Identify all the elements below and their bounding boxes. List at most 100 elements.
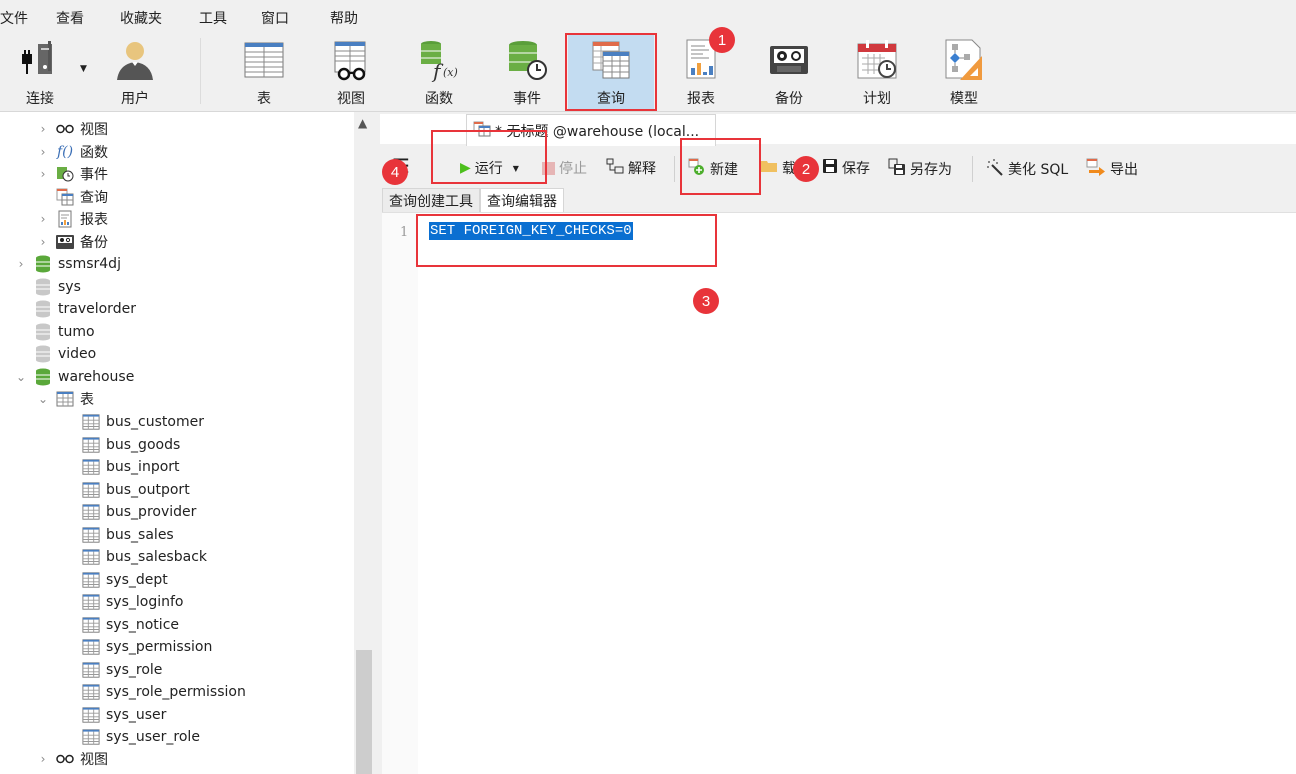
annotation-badge-4: 4 <box>382 159 408 185</box>
tree-item-events[interactable]: › 事件 <box>36 163 108 185</box>
event-button[interactable]: 事件 <box>484 34 570 110</box>
editor-mode-tabs: 查询创建工具 查询编辑器 <box>382 188 564 212</box>
chevron-down-icon[interactable]: ⌄ <box>36 392 50 406</box>
tree-label: sys_notice <box>106 616 180 633</box>
function-button[interactable]: f (x) 函数 <box>396 34 482 110</box>
run-button[interactable]: ▶ 运行 ▼ <box>460 158 519 178</box>
tree-label: 视图 <box>80 122 108 138</box>
svg-text:(x): (x) <box>443 66 458 79</box>
chevron-down-icon[interactable]: ⌄ <box>14 370 28 384</box>
table-icon <box>82 458 100 476</box>
tree-table-bus_sales[interactable]: bus_sales <box>76 524 174 546</box>
beautify-sql-button[interactable]: 美化 SQL <box>986 158 1068 180</box>
tree-database-travelorder[interactable]: travelorder <box>14 298 136 320</box>
play-icon: ▶ <box>460 160 471 176</box>
tree-table-bus_provider[interactable]: bus_provider <box>76 501 196 523</box>
backup-button[interactable]: 备份 <box>746 34 832 110</box>
load-button[interactable]: 载 <box>760 158 796 178</box>
user-button[interactable]: 用户 <box>92 34 178 110</box>
menu-view[interactable]: 查看 <box>56 8 84 28</box>
tree-item-queries[interactable]: 查询 <box>36 186 108 208</box>
menu-file[interactable]: 文件 <box>0 8 28 28</box>
tree-folder-tables[interactable]: ⌄ 表 <box>36 388 94 410</box>
tree-table-sys_loginfo[interactable]: sys_loginfo <box>76 591 183 613</box>
tree-table-sys_user[interactable]: sys_user <box>76 704 166 726</box>
run-dropdown-icon[interactable]: ▼ <box>513 164 519 173</box>
menu-window[interactable]: 窗口 <box>261 8 289 28</box>
tree-table-sys_user_role[interactable]: sys_user_role <box>76 726 200 748</box>
table-button[interactable]: 表 <box>221 34 307 110</box>
tree-table-sys_role_permission[interactable]: sys_role_permission <box>76 681 246 703</box>
tree-table-bus_inport[interactable]: bus_inport <box>76 456 180 478</box>
tree-label: bus_sales <box>106 526 174 543</box>
main-toolbar: 连接 ▼ 用户 表 视图 f (x) 函数 事件 查询 报表 备份 计划 模型 <box>0 32 1296 112</box>
connection-plug-icon <box>18 38 62 82</box>
tree-table-bus_outport[interactable]: bus_outport <box>76 479 190 501</box>
tree-database-warehouse[interactable]: ⌄ warehouse <box>14 366 134 388</box>
tab-query-builder[interactable]: 查询创建工具 <box>382 188 480 212</box>
chevron-right-icon[interactable]: › <box>36 145 50 159</box>
tree-label: 查询 <box>80 190 108 206</box>
tree-item-backups[interactable]: › 备份 <box>36 231 108 253</box>
sidebar-scrollbar[interactable]: ▲ <box>354 112 374 774</box>
tree-table-sys_dept[interactable]: sys_dept <box>76 569 168 591</box>
document-tab-untitled[interactable]: * 无标题 @warehouse (local... <box>466 114 716 146</box>
tree-label: bus_goods <box>106 436 181 453</box>
schedule-calendar-icon <box>855 38 899 82</box>
tree-item-warehouse-views[interactable]: › 视图 <box>36 748 108 770</box>
code-line[interactable]: SET FOREIGN_KEY_CHECKS=0 <box>429 222 633 240</box>
tree-label: sys_user_role <box>106 729 200 745</box>
model-button[interactable]: 模型 <box>921 34 1007 110</box>
tree-table-bus_customer[interactable]: bus_customer <box>76 411 204 433</box>
scrollbar-thumb[interactable] <box>356 650 372 774</box>
tree-item-functions[interactable]: › f() 函数 <box>36 141 108 163</box>
annotation-badge-3: 3 <box>693 288 719 314</box>
table-icon <box>82 571 100 589</box>
chevron-right-icon[interactable]: › <box>36 752 50 766</box>
sql-editor[interactable]: 1 SET FOREIGN_KEY_CHECKS=0 <box>382 212 1296 774</box>
tree-item-views[interactable]: › 视图 <box>36 118 108 140</box>
menu-tools[interactable]: 工具 <box>199 8 227 28</box>
chevron-right-icon[interactable]: › <box>36 122 50 136</box>
scroll-up-icon[interactable]: ▲ <box>358 116 367 130</box>
object-tree: › 视图 › f() 函数 › 事件 查询 › 报表 › 备份 › ssmsr4d… <box>0 112 354 774</box>
glasses-icon <box>56 120 74 138</box>
tab-query-editor[interactable]: 查询编辑器 <box>480 188 564 212</box>
selected-sql-text[interactable]: SET FOREIGN_KEY_CHECKS=0 <box>429 222 633 240</box>
tree-table-sys_role[interactable]: sys_role <box>76 659 162 681</box>
tree-label: travelorder <box>58 301 136 317</box>
tree-database-ssmsr4dj[interactable]: › ssmsr4dj <box>14 253 121 275</box>
connect-dropdown-icon[interactable]: ▼ <box>80 64 87 74</box>
tree-table-sys_permission[interactable]: sys_permission <box>76 636 212 658</box>
stop-icon <box>542 161 555 175</box>
tree-table-bus_goods[interactable]: bus_goods <box>76 434 180 456</box>
tree-label: 表 <box>80 392 94 408</box>
table-label: 表 <box>257 91 271 107</box>
new-query-button[interactable]: 新建 <box>688 158 738 180</box>
chevron-right-icon[interactable]: › <box>36 167 50 181</box>
stop-button[interactable]: 停止 <box>542 158 587 178</box>
menu-help[interactable]: 帮助 <box>330 8 358 28</box>
tree-database-sys[interactable]: sys <box>14 276 81 298</box>
chevron-right-icon[interactable]: › <box>14 257 28 271</box>
chevron-right-icon[interactable]: › <box>36 235 50 249</box>
tree-item-reports[interactable]: › 报表 <box>36 208 108 230</box>
chevron-right-icon[interactable]: › <box>36 212 50 226</box>
new-add-icon <box>688 158 706 180</box>
menu-favorites[interactable]: 收藏夹 <box>120 8 162 28</box>
save-as-button[interactable]: 另存为 <box>888 158 952 180</box>
event-clock-icon <box>56 165 74 183</box>
explain-button[interactable]: 解释 <box>606 158 656 178</box>
tree-table-bus_salesback[interactable]: bus_salesback <box>76 546 207 568</box>
view-button[interactable]: 视图 <box>308 34 394 110</box>
schedule-button[interactable]: 计划 <box>834 34 920 110</box>
tree-label: bus_provider <box>106 504 197 520</box>
save-button[interactable]: 保存 <box>822 158 870 178</box>
tree-database-tumo[interactable]: tumo <box>14 321 95 343</box>
export-button[interactable]: 导出 <box>1086 158 1138 180</box>
connect-button[interactable]: 连接 <box>0 34 80 110</box>
tree-table-sys_notice[interactable]: sys_notice <box>76 614 179 636</box>
tree-database-video[interactable]: video <box>14 343 96 365</box>
query-button[interactable]: 查询 <box>568 34 654 110</box>
query-icon <box>473 121 491 141</box>
